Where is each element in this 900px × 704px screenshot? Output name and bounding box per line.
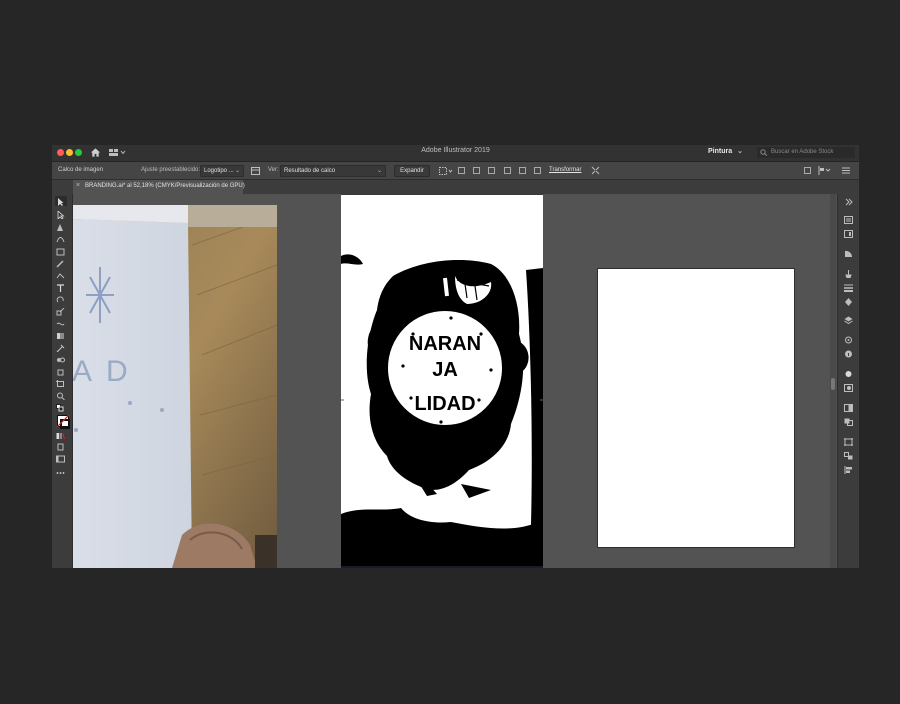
search-icon [760,149,768,156]
canvas[interactable]: A D NARAN JA LIDAD [72,194,837,568]
title-bar: Adobe Illustrator 2019 Pintura ⌄ Buscar … [52,145,859,162]
paintbrush-tool-icon[interactable] [56,260,65,268]
zoom-tool-icon[interactable] [56,392,65,400]
blend-tool-icon[interactable] [56,356,65,364]
arrange-icon[interactable] [804,167,811,174]
align-bottom-icon[interactable] [534,167,541,174]
pathfinder-panel-icon[interactable] [844,418,853,426]
rectangle-tool-icon[interactable] [56,248,65,256]
chevron-down-icon: ⌄ [234,168,240,174]
selection-tool-icon[interactable] [56,198,65,206]
layers-panel-icon[interactable] [844,316,853,324]
asset-export-panel-icon[interactable] [844,452,853,460]
sketch-letter-a: A [72,355,92,388]
properties-panel-icon[interactable] [844,216,853,224]
scale-tool-icon[interactable] [56,308,65,316]
direct-selection-tool-icon[interactable] [56,211,65,219]
view-value: Resultado de calco [284,168,336,174]
document-tab-bar: × BRANDING.ai* al 52,18% (CMYK/Previsual… [52,180,859,194]
adobe-stock-search[interactable]: Buscar en Adobe Stock [757,147,855,158]
align-right-icon[interactable] [488,167,495,174]
color-mode-icon[interactable] [56,432,65,440]
stroke-panel-icon[interactable] [844,284,853,292]
artwork-text-line1: NARAN [409,333,481,355]
artboard-tool-icon[interactable] [56,380,65,388]
info-panel-icon[interactable] [844,350,853,358]
align-vertical-center-icon[interactable] [519,167,526,174]
collapse-panels-icon[interactable] [844,198,853,206]
artwork-text-line3: LIDAD [414,393,475,415]
appearance-panel-icon[interactable] [844,336,853,344]
eyedropper-tool-icon[interactable] [56,344,65,352]
no-stroke-icon [57,415,69,427]
right-panel-dock [837,194,859,568]
close-tab-icon[interactable]: × [76,182,80,189]
artboards-panel-icon[interactable] [844,438,853,446]
isolate-icon[interactable] [591,166,600,175]
brushes-panel-icon[interactable] [844,270,853,278]
illustrator-window: Adobe Illustrator 2019 Pintura ⌄ Buscar … [52,145,859,568]
preset-label: Ajuste preestablecido: [141,167,201,173]
sketch-letter-d: D [106,355,128,388]
view-dropdown[interactable]: Resultado de calco ⌄ [280,165,386,177]
symbols-panel-icon[interactable] [844,298,853,306]
preset-dropdown[interactable]: Logotipo ... ⌄ [200,165,244,177]
vertical-scrollbar[interactable] [830,194,836,568]
libraries-panel-icon[interactable] [844,230,853,238]
traced-artboard[interactable]: NARAN JA LIDAD [341,194,543,568]
placed-photo[interactable]: A D [72,205,277,568]
search-placeholder: Buscar en Adobe Stock [771,149,834,155]
gradient-tool-icon[interactable] [56,332,65,340]
artwork-text-line2: JA [432,359,458,381]
align-panel-icon[interactable] [844,466,853,474]
chevron-down-icon: ⌄ [376,168,382,174]
document-tab[interactable]: × BRANDING.ai* al 52,18% (CMYK/Previsual… [73,180,245,194]
more-tools-icon[interactable] [56,469,65,477]
preset-value: Logotipo ... [204,168,234,174]
pen-tool-icon[interactable] [56,223,65,231]
image-trace-label: Calco de imagen [58,167,104,173]
view-label: Ver: [268,167,279,173]
rotate-tool-icon[interactable] [56,296,65,304]
curvature-tool-icon[interactable] [56,235,65,243]
align-top-icon[interactable] [504,167,511,174]
width-tool-icon[interactable] [56,320,65,328]
transform-link[interactable]: Transformar [549,167,581,173]
workspace-switcher[interactable]: Pintura ⌄ [708,147,743,155]
trace-panel-icon[interactable] [251,167,260,175]
screen-mode-icon[interactable] [56,455,65,463]
expand-button[interactable]: Expandir [394,165,430,177]
align-to-icon[interactable] [439,167,453,175]
empty-artboard[interactable] [597,268,795,548]
shaper-tool-icon[interactable] [56,272,65,280]
gradient-panel-icon[interactable] [844,404,853,412]
tools-panel [52,194,73,568]
scroll-thumb[interactable] [831,378,835,390]
expand-label: Expandir [400,168,424,174]
type-tool-icon[interactable] [56,284,65,292]
image-trace-panel-icon[interactable] [844,370,853,378]
transparency-panel-icon[interactable] [844,384,853,392]
workspace-label: Pintura [708,148,733,155]
drawing-mode-icon[interactable] [56,443,65,451]
symbol-sprayer-tool-icon[interactable] [56,368,65,376]
control-bar: Calco de imagen Ajuste preestablecido: L… [52,162,859,180]
chevron-down-icon: ⌄ [737,148,743,155]
document-tab-label: BRANDING.ai* al 52,18% (CMYK/Previsualiz… [85,183,245,189]
align-left-icon[interactable] [458,167,465,174]
align-horizontal-center-icon[interactable] [473,167,480,174]
menu-icon[interactable] [842,167,850,174]
panel-options-icon[interactable] [818,166,832,175]
default-colors-icon[interactable] [56,404,65,412]
color-guide-panel-icon[interactable] [844,250,853,258]
